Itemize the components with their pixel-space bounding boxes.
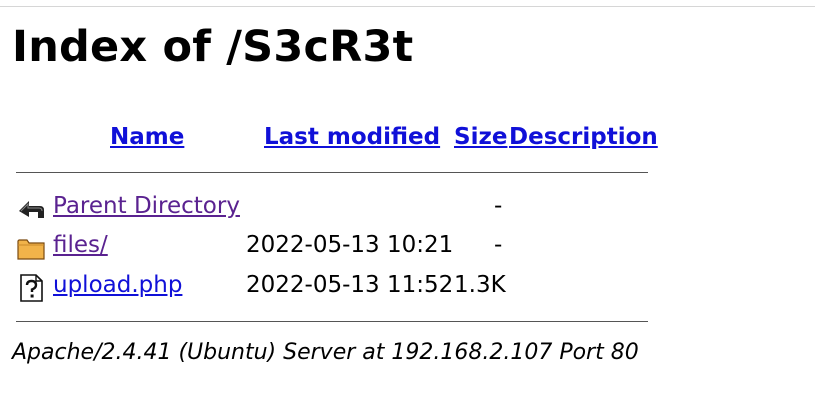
last-modified-cell: 2022-05-13 10:21 — [246, 232, 454, 258]
upload-php-link[interactable]: upload.php — [53, 272, 182, 298]
table-row: Parent Directory - — [0, 191, 815, 227]
size-cell: - — [494, 232, 503, 258]
table-row: upload.php 2022-05-13 11:52 1.3K — [0, 270, 815, 306]
sort-by-description-link[interactable]: Description — [509, 124, 658, 150]
server-signature: Apache/2.4.41 (Ubuntu) Server at 192.168… — [12, 340, 639, 365]
page-title: Index of /S3cR3t — [12, 22, 414, 72]
sort-by-last-modified-link[interactable]: Last modified — [264, 124, 440, 150]
back-arrow-icon — [19, 201, 44, 218]
sort-by-name-link[interactable]: Name — [110, 124, 184, 150]
parent-directory-link[interactable]: Parent Directory — [53, 193, 240, 219]
files-folder-link[interactable]: files/ — [53, 232, 108, 258]
table-row: files/ 2022-05-13 10:21 - — [0, 230, 815, 266]
unknown-file-icon — [20, 274, 43, 302]
size-cell: - — [494, 193, 503, 219]
size-cell: 1.3K — [454, 272, 506, 298]
browser-edge-line — [0, 6, 815, 7]
sort-by-size-link[interactable]: Size — [454, 124, 507, 150]
header-divider — [16, 172, 648, 173]
folder-icon — [17, 239, 45, 260]
last-modified-cell: 2022-05-13 11:52 — [246, 272, 454, 298]
footer-divider — [16, 321, 648, 322]
